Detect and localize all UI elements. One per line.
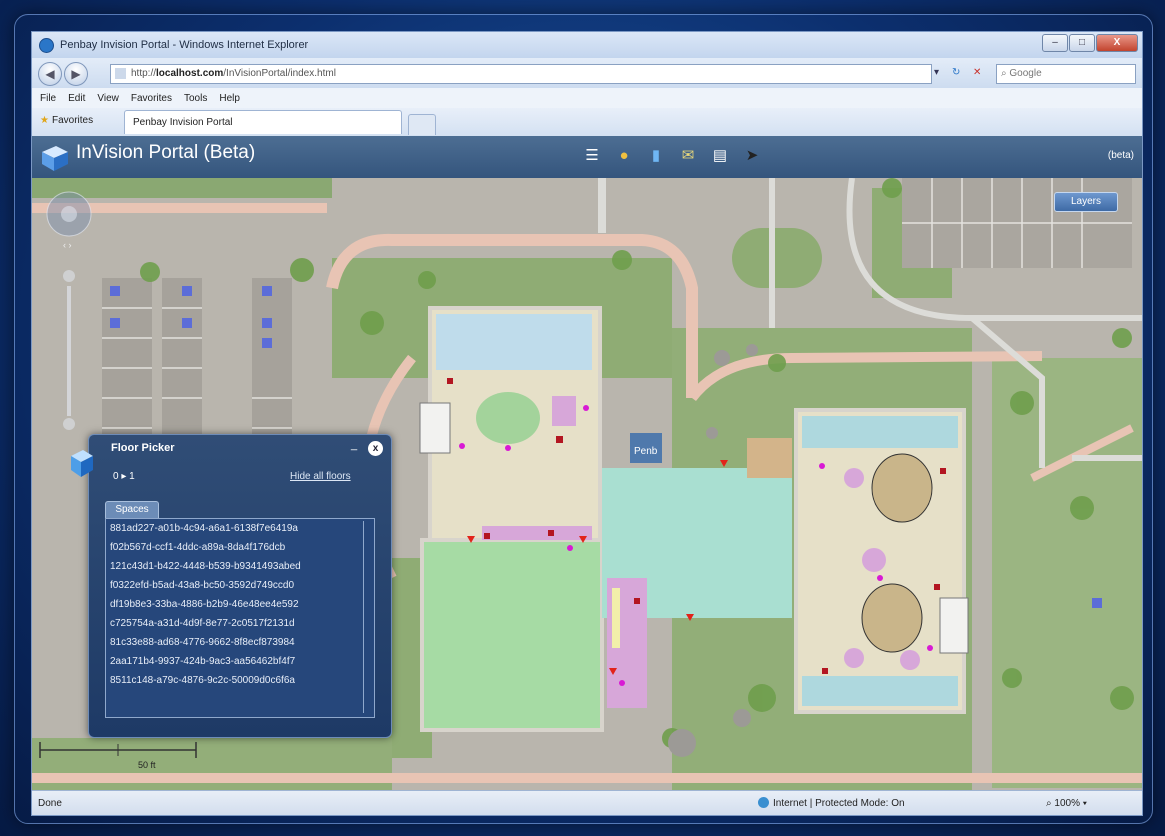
layers-button[interactable]: Layers [1054, 192, 1118, 212]
zone-label: Internet | Protected Mode: On [773, 798, 905, 809]
pointer-icon[interactable]: ➤ [740, 144, 764, 168]
window-title: Penbay Invision Portal - Windows Interne… [60, 39, 309, 51]
hide-all-floors-link[interactable]: Hide all floors [290, 471, 351, 482]
tab-spaces[interactable]: Spaces [105, 501, 159, 518]
address-prefix: http:// [131, 68, 157, 79]
menu-bar: File Edit View Favorites Tools Help [32, 88, 1142, 109]
search-input[interactable]: ⌕ Google [996, 64, 1136, 84]
list-item[interactable]: df19b8e3-33ba-4886-b2b9-46e48ee4e592 [106, 595, 374, 614]
menu-help[interactable]: Help [219, 93, 240, 104]
list-scrollbar[interactable] [363, 521, 372, 713]
menu-view[interactable]: View [97, 93, 119, 104]
menu-edit[interactable]: Edit [68, 93, 85, 104]
address-path: /InVisionPortal/index.html [223, 68, 336, 79]
close-icon[interactable]: x [368, 441, 383, 456]
beta-label: (beta) [1107, 150, 1134, 161]
new-tab-button[interactable] [408, 114, 436, 135]
refresh-icon[interactable]: ↻ [952, 64, 960, 82]
app-header: InVision Portal (Beta) ☰ ● ▮ ✉ ▤ ➤ (beta… [32, 136, 1142, 178]
favorites-bar: ★ Favorites Penbay Invision Portal [32, 108, 1142, 137]
globe-icon[interactable]: ● [612, 144, 636, 168]
browser-window: Penbay Invision Portal - Windows Interne… [31, 31, 1143, 816]
floor-picker-title: Floor Picker [111, 442, 175, 454]
address-host: localhost.com [156, 68, 224, 79]
app-logo-icon [42, 146, 68, 171]
list-item[interactable]: 8511c148-a79c-4876-9c2c-50009d0c6f6a [106, 671, 374, 690]
list-item[interactable]: 121c43d1-b422-4448-b539-b9341493abed [106, 557, 374, 576]
menu-file[interactable]: File [40, 93, 56, 104]
globe-icon [758, 797, 769, 808]
status-text: Done [38, 798, 62, 809]
scale-bar: 50 ft [39, 742, 197, 770]
security-zone[interactable]: Internet | Protected Mode: On [758, 791, 905, 815]
navigation-bar: ◀ ▶ http://localhost.com/InVisionPortal/… [32, 58, 1142, 88]
list-icon[interactable]: ☰ [580, 144, 604, 168]
title-bar: Penbay Invision Portal - Windows Interne… [32, 32, 1142, 58]
floor-level-selector[interactable]: 0 ▸ 1 [113, 471, 135, 482]
app-title: InVision Portal (Beta) [76, 142, 256, 163]
page-icon [115, 68, 126, 79]
favorites-label: Favorites [51, 115, 94, 126]
list-item[interactable]: 81c33e88-ad68-4776-9662-8f8ecf873984 [106, 633, 374, 652]
floor-picker-icon[interactable]: ▮ [644, 144, 668, 168]
svg-text:‹ ›: ‹ › [63, 240, 72, 250]
zoom-label: 100% [1054, 798, 1080, 809]
tab-label: Penbay Invision Portal [133, 117, 233, 128]
favorites-button[interactable]: ★ Favorites [40, 115, 93, 126]
list-item[interactable]: 881ad227-a01b-4c94-a6a1-6138f7e6419a [106, 519, 374, 538]
close-button[interactable]: X [1096, 34, 1138, 52]
minimize-icon[interactable]: _ [351, 439, 357, 451]
map-navigation-control[interactable]: ‹ › [46, 186, 92, 436]
floor-picker-panel: Floor Picker _ x 0 ▸ 1 Hide all floors S… [71, 434, 392, 738]
forward-button[interactable]: ▶ [64, 62, 88, 86]
list-item[interactable]: f02b567d-ccf1-4ddc-a89a-8da4f176dcb [106, 538, 374, 557]
app-toolbar: ☰ ● ▮ ✉ ▤ ➤ [580, 144, 772, 168]
list-item[interactable]: c725754a-a31d-4d9f-8e77-2c0517f2131d [106, 614, 374, 633]
star-icon: ★ [40, 115, 49, 126]
search-icon: ⌕ [1001, 68, 1007, 79]
page-content: Penb InVision Portal (Beta) ☰ ● ▮ ✉ ▤ ➤ … [32, 136, 1142, 790]
menu-tools[interactable]: Tools [184, 93, 207, 104]
maximize-button[interactable]: □ [1069, 34, 1095, 52]
menu-favorites[interactable]: Favorites [131, 93, 172, 104]
back-button[interactable]: ◀ [38, 62, 62, 86]
status-bar: Done Internet | Protected Mode: On ⌕ 100… [32, 790, 1142, 815]
address-dropdown-icon[interactable]: ▾ [934, 64, 939, 82]
entrance-label: Penb [634, 446, 658, 457]
address-bar[interactable]: http://localhost.com/InVisionPortal/inde… [110, 64, 932, 84]
list-item[interactable]: 2aa171b4-9937-424b-9ac3-aa56462bf4f7 [106, 652, 374, 671]
list-item[interactable]: f0322efd-b5ad-43a8-bc50-3592d749ccd0 [106, 576, 374, 595]
spaces-list[interactable]: 881ad227-a01b-4c94-a6a1-6138f7e6419a f02… [105, 518, 375, 718]
zoom-control[interactable]: ⌕ 100% ▾ [1046, 791, 1087, 815]
browser-tab[interactable]: Penbay Invision Portal [124, 110, 402, 134]
note-icon[interactable]: ✉ [676, 144, 700, 168]
scale-label: 50 ft [138, 760, 156, 770]
floor-picker-icon [71, 450, 93, 477]
search-placeholder: Google [1009, 68, 1042, 79]
stop-icon[interactable]: ✕ [973, 64, 981, 82]
minimize-button[interactable]: – [1042, 34, 1068, 52]
document-icon[interactable]: ▤ [708, 144, 732, 168]
ie-icon [39, 37, 54, 53]
